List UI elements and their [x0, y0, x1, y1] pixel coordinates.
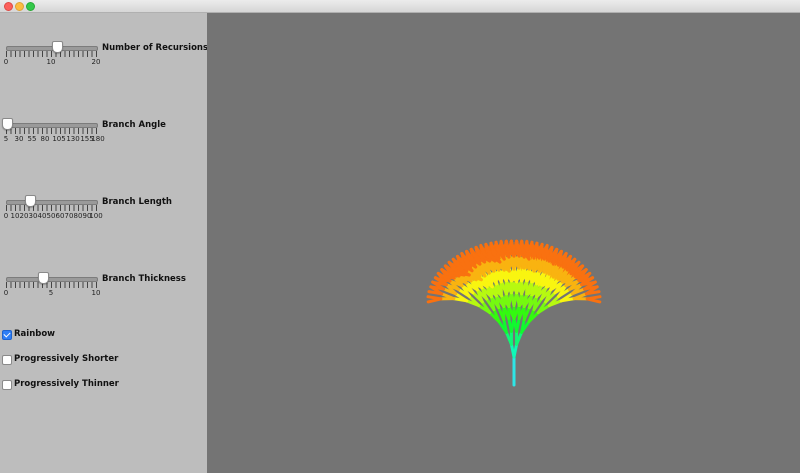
tick-label: 130	[66, 135, 80, 143]
tick-label: 40	[37, 212, 47, 220]
length-tick-labels: 0 10 20 30 40 50 60 70 80 90 100	[3, 212, 103, 221]
tick-label: 0	[3, 58, 9, 66]
angle-tick-labels: 5 30 55 80 105 130 155 180	[3, 135, 105, 144]
tick-label: 0	[3, 212, 9, 220]
recursions-label: Number of Recursions	[102, 43, 209, 53]
tick-label: 5	[3, 135, 9, 143]
tick-label: 80	[40, 135, 50, 143]
tree-branch	[515, 317, 521, 333]
progressively-shorter-checkbox[interactable]	[2, 355, 12, 365]
tick-label: 105	[52, 135, 66, 143]
thickness-slider-thumb[interactable]	[38, 272, 49, 284]
fractal-tree-canvas	[207, 13, 800, 473]
tick-label: 10	[10, 212, 20, 220]
tick-label: 80	[73, 212, 83, 220]
tick-label: 70	[64, 212, 74, 220]
thickness-label: Branch Thickness	[102, 274, 186, 284]
tick-label: 30	[28, 212, 38, 220]
length-slider-thumb[interactable]	[24, 195, 36, 207]
angle-slider-ticks	[6, 128, 98, 134]
progressively-thinner-checkbox[interactable]	[2, 380, 12, 390]
recursions-slider-group: 0 10 20 Number of Recursions	[3, 40, 208, 70]
tick-label: 30	[14, 135, 24, 143]
tick-label: 5	[48, 289, 54, 297]
recursions-slider-thumb[interactable]	[51, 41, 63, 53]
minimize-window-button[interactable]	[15, 2, 24, 11]
progressively-shorter-label[interactable]: Progressively Shorter	[14, 354, 118, 364]
tick-label: 0	[3, 289, 9, 297]
controls-panel: 0 10 20 Number of Recursions 5 30 55 80 …	[0, 13, 208, 473]
thickness-slider-group: 0 5 10 Branch Thickness	[4, 271, 204, 301]
tree-branch	[426, 295, 443, 301]
rainbow-checkbox[interactable]	[2, 330, 12, 340]
window-titlebar	[0, 0, 800, 13]
length-label: Branch Length	[102, 197, 172, 207]
length-slider-ticks	[6, 205, 98, 211]
tick-label: 20	[91, 58, 101, 66]
tick-label: 55	[27, 135, 37, 143]
angle-label: Branch Angle	[102, 120, 166, 130]
tree-branch	[585, 297, 602, 304]
angle-slider-thumb[interactable]	[2, 118, 13, 130]
tick-label: 20	[19, 212, 29, 220]
tick-label: 50	[46, 212, 56, 220]
tick-label: 180	[91, 135, 105, 143]
tick-label: 10	[91, 289, 101, 297]
tick-label: 60	[55, 212, 65, 220]
length-slider-group: 0 10 20 30 40 50 60 70 80 90 100 Branch …	[4, 194, 204, 224]
rainbow-label[interactable]: Rainbow	[14, 329, 55, 339]
tree-branch	[512, 342, 519, 359]
angle-slider-group: 5 30 55 80 105 130 155 180 Branch Angle	[2, 117, 204, 147]
recursions-tick-labels: 0 10 20	[3, 58, 101, 67]
maximize-window-button[interactable]	[26, 2, 35, 11]
close-window-button[interactable]	[4, 2, 13, 11]
tick-label: 100	[89, 212, 103, 220]
thickness-slider-ticks	[6, 282, 98, 288]
progressively-thinner-label[interactable]: Progressively Thinner	[14, 379, 119, 389]
tick-label: 10	[46, 58, 56, 66]
recursions-slider-ticks	[6, 51, 98, 57]
fractal-tree-drawing	[426, 239, 602, 387]
thickness-tick-labels: 0 5 10	[3, 289, 101, 298]
